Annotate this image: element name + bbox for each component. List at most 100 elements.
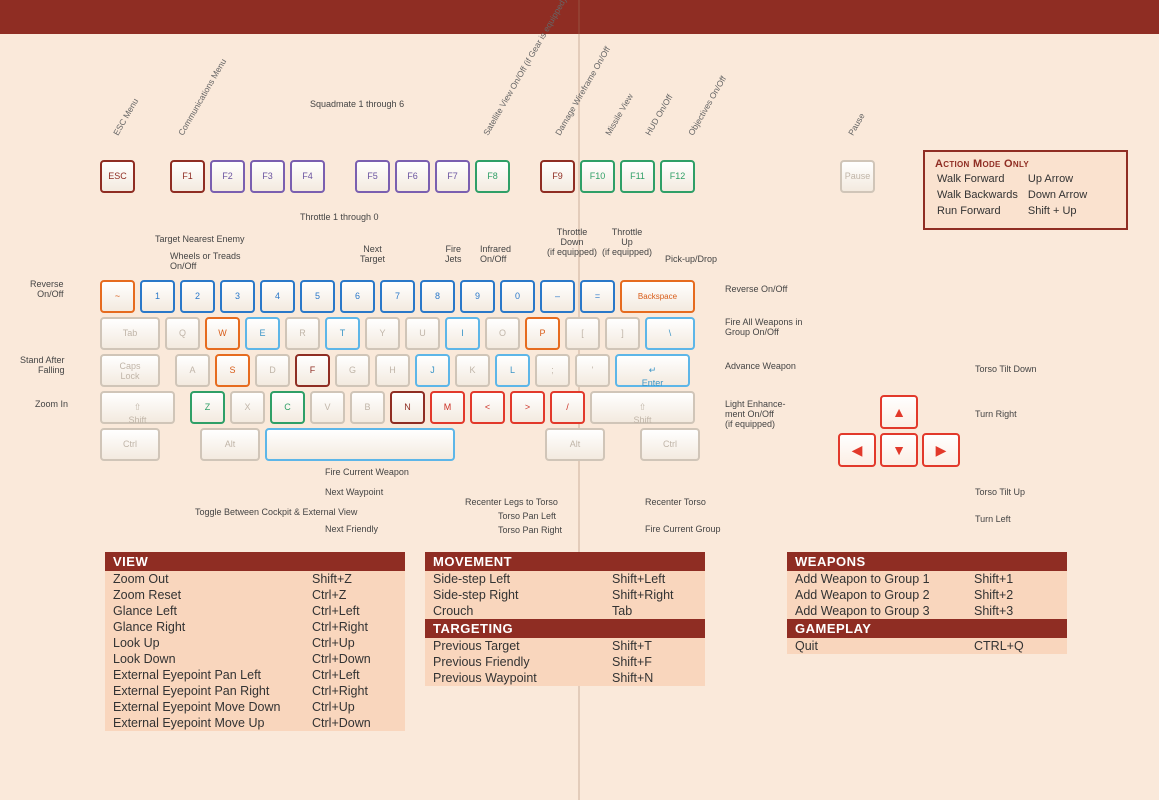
table-row: Side-step RightShift+Right [425,587,705,603]
key-tab: Tab [100,317,160,350]
key-rshift: ⇧ Shift [590,391,695,424]
callout-reverse-l: Reverse On/Off [30,280,64,300]
table-row: Look DownCtrl+Down [105,651,405,667]
key-arrow-up: ▲ [880,395,918,429]
key-space [265,428,455,461]
key-rctrl: Ctrl [640,428,700,461]
key-u: U [405,317,440,350]
panel-weapons: WEAPONS Add Weapon to Group 1Shift+1Add … [787,552,1067,654]
table-row: Glance RightCtrl+Right [105,619,405,635]
key-arrow-down: ▼ [880,433,918,467]
callout-next-wp: Next Waypoint [325,488,383,498]
callout-adv-wpn: Advance Weapon [725,362,796,372]
panel-targeting-header: TARGETING [425,619,705,638]
callout-fire-grp: Fire Current Group [645,525,721,535]
arrow-left-icon: ◀ [852,442,863,459]
key-c: C [270,391,305,424]
table-row: Add Weapon to Group 3Shift+3 [787,603,1067,619]
panel-weapons-rows: Add Weapon to Group 1Shift+1Add Weapon t… [787,571,1067,619]
table-row: External Eyepoint Pan RightCtrl+Right [105,683,405,699]
table-row: Previous WaypointShift+N [425,670,705,686]
panel-view: VIEW Zoom OutShift+ZZoom ResetCtrl+ZGlan… [105,552,405,731]
callout-throttle: Throttle 1 through 0 [300,213,379,223]
key-caps: Caps Lock [100,354,160,387]
panel-weapons-header: WEAPONS [787,552,1067,571]
callout-pickup: Pick-up/Drop [665,255,717,265]
key-comma: < [470,391,505,424]
callout-reverse-r: Reverse On/Off [725,285,787,295]
key-minus: – [540,280,575,313]
table-row: Look UpCtrl+Up [105,635,405,651]
arrow-up-icon: ▲ [892,404,906,420]
key-lalt: Alt [200,428,260,461]
key-h: H [375,354,410,387]
callout-turnl: Turn Left [975,515,1011,525]
callout-light: Light Enhance- ment On/Off (if equipped) [725,400,786,430]
key-esc: ESC [100,160,135,193]
key-f7: F7 [435,160,470,193]
panel-view-header: VIEW [105,552,405,571]
key-f8: F8 [475,160,510,193]
callout-pan-l: Torso Pan Left [498,512,556,522]
key-f11: F11 [620,160,655,193]
callout-next-frnd: Next Friendly [325,525,378,535]
callout-thr-dn: Throttle Down (if equipped) [547,228,597,258]
callout-fire-cur: Fire Current Weapon [325,468,409,478]
panel-movement-rows: Side-step LeftShift+LeftSide-step RightS… [425,571,705,619]
arrow-down-icon: ▼ [892,442,906,458]
table-row: Zoom ResetCtrl+Z [105,587,405,603]
panel-movement-header: MOVEMENT [425,552,705,571]
callout-pan-r: Torso Pan Right [498,526,562,536]
panel-view-rows: Zoom OutShift+ZZoom ResetCtrl+ZGlance Le… [105,571,405,731]
key-tilde: ~ [100,280,135,313]
key-9: 9 [460,280,495,313]
key-backspace: Backspace [620,280,695,313]
key-f1: F1 [170,160,205,193]
panel-movement: MOVEMENT Side-step LeftShift+LeftSide-st… [425,552,705,686]
key-l: L [495,354,530,387]
callout-recenter-legs: Recenter Legs to Torso [465,498,558,508]
callout-hud: HUD On/Off [644,93,675,137]
key-5: 5 [300,280,335,313]
callout-comm: Communications Menu [177,57,229,137]
key-f12: F12 [660,160,695,193]
key-f9: F9 [540,160,575,193]
key-n: N [390,391,425,424]
table-row: External Eyepoint Move UpCtrl+Down [105,715,405,731]
table-row: Previous FriendlyShift+F [425,654,705,670]
callout-wheels: Wheels or Treads On/Off [170,252,241,272]
table-row: Previous TargetShift+T [425,638,705,654]
callout-stand: Stand After Falling [20,356,65,376]
key-enter: ↵ Enter [615,354,690,387]
panel-gameplay-header: GAMEPLAY [787,619,1067,638]
key-a: A [175,354,210,387]
callout-recenter-torso: Recenter Torso [645,498,706,508]
key-period: > [510,391,545,424]
key-s: S [215,354,250,387]
key-m: M [430,391,465,424]
key-2: 2 [180,280,215,313]
key-b: B [350,391,385,424]
action-mode-table: Walk ForwardUp Arrow Walk BackwardsDown … [935,170,1097,220]
key-8: 8 [420,280,455,313]
key-lshift: ⇧ Shift [100,391,175,424]
key-rb: ] [605,317,640,350]
callout-thr-up: Throttle Up (if equipped) [602,228,652,258]
key-r: R [285,317,320,350]
table-row: CrouchTab [425,603,705,619]
key-0: 0 [500,280,535,313]
callout-tiltup: Torso Tilt Up [975,488,1025,498]
key-1: 1 [140,280,175,313]
key-f4: F4 [290,160,325,193]
key-4: 4 [260,280,295,313]
callout-ir: Infrared On/Off [480,245,511,265]
action-mode-title: Action Mode Only [935,158,1116,170]
key-lctrl: Ctrl [100,428,160,461]
table-row: QuitCTRL+Q [787,638,1067,654]
key-6: 6 [340,280,375,313]
key-t: T [325,317,360,350]
key-bslash: \ [645,317,695,350]
key-j: J [415,354,450,387]
action-mode-box: Action Mode Only Walk ForwardUp Arrow Wa… [923,150,1128,230]
callout-tog-view: Toggle Between Cockpit & External View [195,508,357,518]
